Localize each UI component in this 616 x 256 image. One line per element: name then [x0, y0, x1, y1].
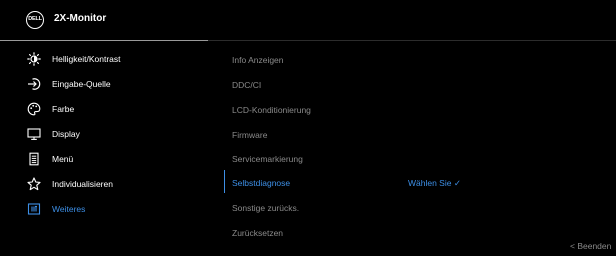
menu-item-label: Farbe — [52, 104, 75, 114]
header-divider-right — [208, 40, 616, 41]
star-icon — [26, 176, 42, 192]
menu-item-label: Helligkeit/Kontrast — [52, 54, 121, 64]
display-icon — [26, 126, 42, 142]
menu-item-label: Eingabe-Quelle — [52, 79, 111, 89]
color-palette-icon — [26, 101, 42, 117]
brightness-icon — [26, 51, 42, 67]
menu-item-label: Weiteres — [52, 204, 86, 214]
menu-item-farbe[interactable]: Farbe — [0, 97, 208, 122]
submenu-item-selbstdiagnose[interactable]: Selbstdiagnose — [232, 178, 290, 188]
dell-logo: DELL — [26, 11, 44, 29]
submenu-item-lcd-konditionierung[interactable]: LCD-Konditionierung — [232, 105, 311, 115]
submenu-item-ddc-ci[interactable]: DDC/CI — [232, 80, 261, 90]
submenu-item-zuruecksetzen[interactable]: Zurücksetzen — [232, 228, 283, 238]
submenu-item-sonstige-zuruecks[interactable]: Sonstige zurücks. — [232, 203, 299, 213]
menu-item-label: Individualisieren — [52, 179, 113, 189]
others-icon — [26, 201, 42, 217]
menu-item-weiteres[interactable]: Weiteres — [0, 197, 208, 222]
menu-item-label: Display — [52, 129, 80, 139]
menu-item-eingabe-quelle[interactable]: Eingabe-Quelle — [0, 72, 208, 97]
submenu-item-firmware[interactable]: Firmware — [232, 130, 267, 140]
osd-header: DELL 2X-Monitor — [0, 0, 616, 40]
menu-item-individualisieren[interactable]: Individualisieren — [0, 172, 208, 197]
menu-document-icon — [26, 151, 42, 167]
selbstdiagnose-value[interactable]: Wählen Sie ✓ — [408, 178, 461, 189]
menu-item-menue[interactable]: Menü — [0, 147, 208, 172]
osd-title: 2X-Monitor — [54, 13, 107, 24]
selection-indicator — [224, 170, 225, 193]
input-source-icon — [26, 76, 42, 92]
submenu-item-info-anzeigen[interactable]: Info Anzeigen — [232, 55, 284, 65]
submenu-item-servicemarkierung[interactable]: Servicemarkierung — [232, 154, 303, 164]
exit-button[interactable]: < Beenden — [570, 241, 611, 251]
header-divider — [0, 40, 208, 41]
menu-item-label: Menü — [52, 154, 74, 164]
menu-item-helligkeit-kontrast[interactable]: Helligkeit/Kontrast — [0, 47, 208, 72]
menu-item-display[interactable]: Display — [0, 122, 208, 147]
